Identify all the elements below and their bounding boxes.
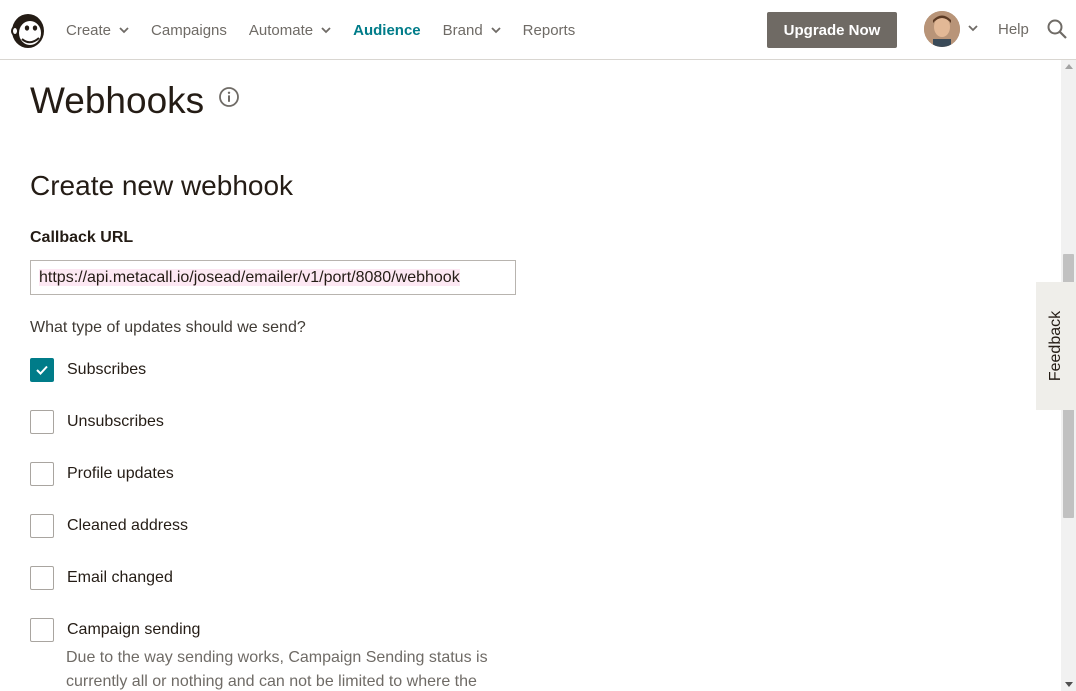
chevron-down-icon[interactable]	[968, 23, 978, 33]
section-title: Create new webhook	[30, 170, 294, 201]
mailchimp-logo-icon[interactable]	[8, 10, 48, 50]
option-email-changed[interactable]: Email changed	[30, 566, 173, 590]
nav-item-reports[interactable]: Reports	[523, 0, 576, 60]
callback-url-value: https://api.metacall.io/josead/emailer/v…	[39, 269, 460, 286]
feedback-tab[interactable]: Feedback	[1036, 282, 1076, 410]
option-label: Cleaned address	[67, 517, 188, 534]
nav-item-label: Audience	[353, 21, 421, 39]
checkbox-subscribes[interactable]	[30, 358, 54, 382]
checkmark-icon	[36, 365, 48, 375]
checkbox-cleaned-address[interactable]	[30, 514, 54, 538]
option-campaign-sending[interactable]: Campaign sending	[30, 618, 200, 642]
nav-item-campaigns[interactable]: Campaigns	[151, 0, 227, 60]
option-subscribes[interactable]: Subscribes	[30, 358, 146, 382]
callback-url-input[interactable]: https://api.metacall.io/josead/emailer/v…	[30, 260, 516, 295]
checkbox-unsubscribes[interactable]	[30, 410, 54, 434]
checkbox-campaign-sending[interactable]	[30, 618, 54, 642]
page-title: Webhooks	[30, 80, 205, 121]
chevron-down-icon	[119, 27, 129, 34]
nav-item-label: Automate	[248, 21, 314, 39]
search-icon[interactable]	[1046, 18, 1068, 40]
chevron-down-icon	[491, 27, 501, 34]
info-icon[interactable]	[218, 86, 240, 108]
main-nav: Create Campaigns Automate Audience Brand Repo…	[66, 0, 597, 60]
option-cleaned-address[interactable]: Cleaned address	[30, 514, 188, 538]
option-label: Subscribes	[67, 361, 147, 378]
chevron-down-icon	[321, 27, 331, 34]
nav-item-audience[interactable]: Audience	[353, 0, 421, 60]
nav-item-label: Campaigns	[151, 21, 227, 39]
scroll-down-arrow-icon[interactable]	[1065, 682, 1073, 687]
option-label: Campaign sending	[67, 621, 201, 638]
upgrade-now-button[interactable]: Upgrade Now	[767, 12, 897, 48]
nav-item-label: Reports	[522, 21, 576, 39]
option-unsubscribes[interactable]: Unsubscribes	[30, 410, 164, 434]
option-label: Profile updates	[67, 465, 174, 482]
nav-item-label: Create	[66, 21, 112, 39]
user-avatar-icon	[924, 11, 960, 47]
nav-item-automate[interactable]: Automate	[249, 0, 331, 60]
nav-item-create[interactable]: Create	[66, 0, 129, 60]
checkbox-profile-updates[interactable]	[30, 462, 54, 486]
feedback-label: Feedback	[1047, 310, 1065, 382]
checkbox-email-changed[interactable]	[30, 566, 54, 590]
top-navigation-bar: Create Campaigns Automate Audience Brand Repo…	[0, 0, 1076, 60]
help-link[interactable]: Help	[998, 21, 1029, 38]
campaign-sending-description: Due to the way sending works, Campaign S…	[66, 649, 488, 690]
page-title-row: Webhooks	[30, 80, 240, 122]
update-types-question: What type of updates should we send?	[30, 319, 306, 336]
scroll-up-arrow-icon[interactable]	[1065, 64, 1073, 69]
option-label: Unsubscribes	[67, 413, 164, 430]
avatar[interactable]	[924, 11, 960, 47]
callback-url-label: Callback URL	[30, 229, 134, 246]
nav-item-brand[interactable]: Brand	[443, 0, 501, 60]
option-label: Email changed	[67, 569, 173, 586]
nav-item-label: Brand	[442, 21, 483, 39]
option-profile-updates[interactable]: Profile updates	[30, 462, 174, 486]
